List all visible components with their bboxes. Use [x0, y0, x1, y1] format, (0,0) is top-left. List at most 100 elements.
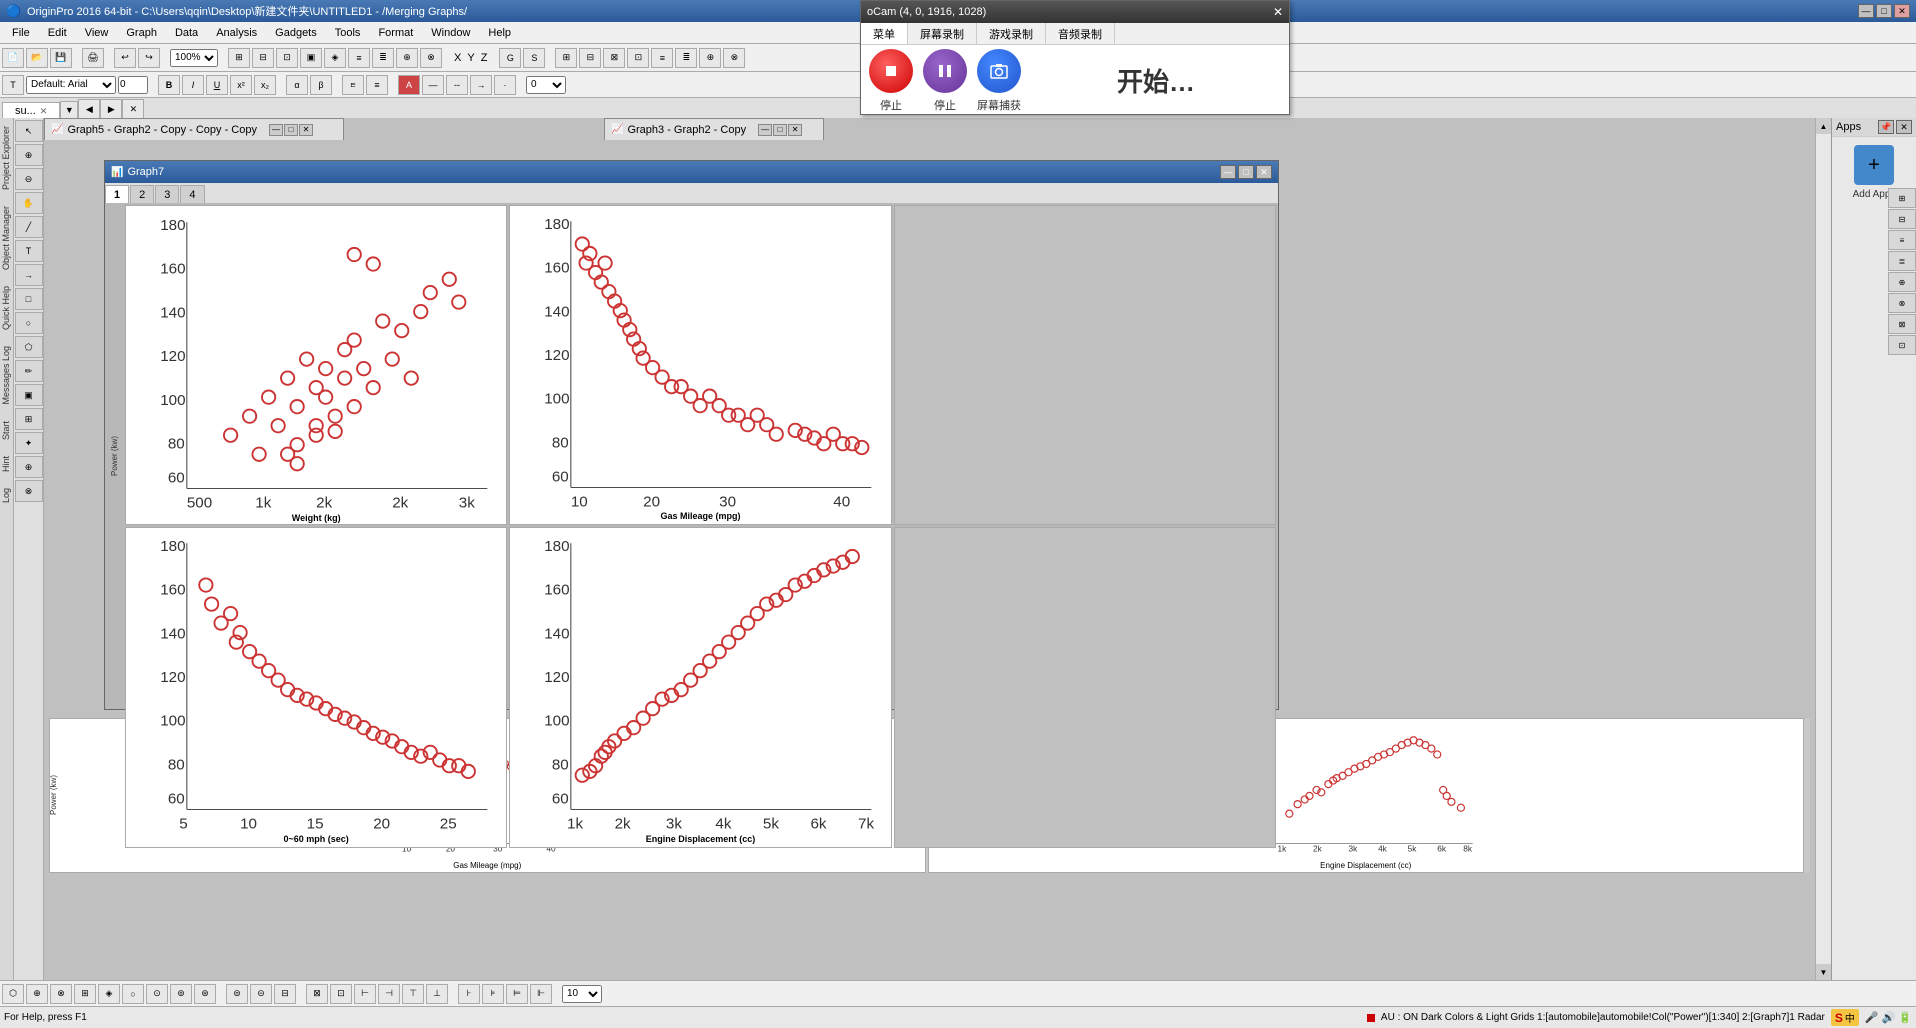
graph7-close[interactable]: ✕ — [1256, 165, 1272, 179]
tb-more6[interactable]: ≣ — [675, 48, 697, 68]
start-tab[interactable]: Start — [0, 413, 12, 448]
right-tb7[interactable]: ⊠ — [1888, 314, 1916, 334]
btb-21[interactable]: ⊨ — [506, 984, 528, 1004]
apps-close-btn[interactable]: ✕ — [1896, 120, 1912, 134]
right-tb8[interactable]: ⊡ — [1888, 335, 1916, 355]
data-reader-tool[interactable]: ✦ — [15, 432, 43, 454]
tb-icon4[interactable]: ▣ — [300, 48, 322, 68]
open-btn[interactable]: 📂 — [26, 48, 48, 68]
line-width-select[interactable]: 0 1 2 — [526, 76, 566, 94]
graph5-window-tab[interactable]: 📈 Graph5 - Graph2 - Copy - Copy - Copy —… — [44, 118, 344, 140]
alpha-btn[interactable]: α — [286, 75, 308, 95]
ocam-tab-audio-record[interactable]: 音频录制 — [1046, 23, 1115, 44]
crosshair-tool[interactable]: ⊕ — [15, 456, 43, 478]
select-tool[interactable]: ▣ — [15, 384, 43, 406]
pointer-tool[interactable]: ↖ — [15, 120, 43, 142]
right-tb2[interactable]: ⊟ — [1888, 209, 1916, 229]
ellipse-tool[interactable]: ○ — [15, 312, 43, 334]
brush-tool[interactable]: ✏ — [15, 360, 43, 382]
btb-1[interactable]: ⬡ — [2, 984, 24, 1004]
menu-view[interactable]: View — [77, 25, 117, 41]
mask-tool[interactable]: ⊗ — [15, 480, 43, 502]
graph7-minimize[interactable]: — — [1220, 165, 1236, 179]
btb-3[interactable]: ⊗ — [50, 984, 72, 1004]
btb-20[interactable]: ⊧ — [482, 984, 504, 1004]
btb-19[interactable]: ⊦ — [458, 984, 480, 1004]
tab-close-btn[interactable]: ✕ — [122, 99, 144, 119]
scroll-down-btn[interactable]: ▼ — [1816, 964, 1831, 980]
italic-btn[interactable]: I — [182, 75, 204, 95]
tb-more2[interactable]: ⊟ — [579, 48, 601, 68]
scroll-up-btn[interactable]: ▲ — [1816, 118, 1831, 134]
zoom-in-tool[interactable]: ⊕ — [15, 144, 43, 166]
network-icon[interactable]: 🔊 — [1882, 1011, 1896, 1024]
ocam-tab-screen-record[interactable]: 屏幕录制 — [908, 23, 977, 44]
quick-help-tab[interactable]: Quick Help — [0, 278, 12, 338]
menu-tools[interactable]: Tools — [327, 25, 369, 41]
graph7-tab-4[interactable]: 4 — [180, 185, 204, 203]
zoom-select[interactable]: 100% 75% 150% — [170, 49, 218, 67]
btb-11[interactable]: ⊝ — [250, 984, 272, 1004]
tb-icon2[interactable]: ⊟ — [252, 48, 274, 68]
tb-icon8[interactable]: ⊕ — [396, 48, 418, 68]
apps-pin-btn[interactable]: 📌 — [1878, 120, 1894, 134]
btb-2[interactable]: ⊕ — [26, 984, 48, 1004]
btb-4[interactable]: ⊞ — [74, 984, 96, 1004]
superscript-btn[interactable]: x² — [230, 75, 252, 95]
right-scrollbar[interactable]: ▲ ▼ — [1815, 118, 1831, 980]
graph7-tab-2[interactable]: 2 — [130, 185, 154, 203]
ocam-capture-btn[interactable]: 屏幕捕获 — [977, 49, 1021, 113]
btb-22[interactable]: ⊩ — [530, 984, 552, 1004]
tb-more5[interactable]: ≡ — [651, 48, 673, 68]
color-btn[interactable]: A — [398, 75, 420, 95]
graph5-close[interactable]: ✕ — [299, 124, 313, 136]
graph3-window-tab[interactable]: 📈 Graph3 - Graph2 - Copy — □ ✕ — [604, 118, 824, 140]
messages-log-tab[interactable]: Messages Log — [0, 338, 12, 413]
tb-icon6[interactable]: ≡ — [348, 48, 370, 68]
tb-icon5[interactable]: ◈ — [324, 48, 346, 68]
btb-13[interactable]: ⊠ — [306, 984, 328, 1004]
btb-8[interactable]: ⊚ — [170, 984, 192, 1004]
align-center-btn[interactable]: ≡ — [366, 75, 388, 95]
graph3-close[interactable]: ✕ — [788, 124, 802, 136]
add-apps-icon[interactable]: + — [1854, 145, 1894, 185]
doc-tab-main[interactable]: su... ✕ — [2, 102, 60, 119]
ocam-close-btn[interactable]: ✕ — [1273, 5, 1283, 19]
btb-14[interactable]: ⊡ — [330, 984, 352, 1004]
beta-btn[interactable]: β — [310, 75, 332, 95]
graph7-restore[interactable]: □ — [1238, 165, 1254, 179]
plot-0to60-power[interactable]: 180 160 140 120 100 80 60 5 10 15 20 25 — [125, 527, 507, 847]
btb-17[interactable]: ⊤ — [402, 984, 424, 1004]
tab-menu-btn[interactable]: ▼ — [60, 101, 78, 119]
tb-more7[interactable]: ⊕ — [699, 48, 721, 68]
undo-btn[interactable]: ↩ — [114, 48, 136, 68]
tb-icon9[interactable]: ⊗ — [420, 48, 442, 68]
text-format-btn[interactable]: T — [2, 75, 24, 95]
arrow-tool[interactable]: → — [15, 264, 43, 286]
graph5-restore[interactable]: □ — [284, 124, 298, 136]
tab-scroll-right[interactable]: ▶ — [100, 99, 122, 119]
tb-icon7[interactable]: ≣ — [372, 48, 394, 68]
log-tab[interactable]: Log — [0, 480, 12, 511]
menu-window[interactable]: Window — [423, 25, 478, 41]
align-left-btn[interactable]: ⫢ — [342, 75, 364, 95]
arrow-btn[interactable]: → — [470, 75, 492, 95]
region-tool[interactable]: ⊞ — [15, 408, 43, 430]
project-explorer-tab[interactable]: Project Explorer — [0, 118, 12, 198]
btb-num-select[interactable]: 10 — [562, 985, 602, 1003]
graph5-minimize[interactable]: — — [269, 124, 283, 136]
pan-tool[interactable]: ✋ — [15, 192, 43, 214]
btb-16[interactable]: ⊣ — [378, 984, 400, 1004]
close-button[interactable]: ✕ — [1894, 4, 1910, 18]
font-select[interactable]: Default: Arial — [26, 76, 116, 94]
btb-6[interactable]: ○ — [122, 984, 144, 1004]
new-btn[interactable]: 📄 — [2, 48, 24, 68]
tb-icon1[interactable]: ⊞ — [228, 48, 250, 68]
menu-gadgets[interactable]: Gadgets — [267, 25, 325, 41]
menu-help[interactable]: Help — [480, 25, 519, 41]
btb-18[interactable]: ⊥ — [426, 984, 448, 1004]
btb-15[interactable]: ⊢ — [354, 984, 376, 1004]
ocam-stop-btn[interactable]: 停止 — [869, 49, 913, 113]
tb-more8[interactable]: ⊗ — [723, 48, 745, 68]
graph3-minimize[interactable]: — — [758, 124, 772, 136]
